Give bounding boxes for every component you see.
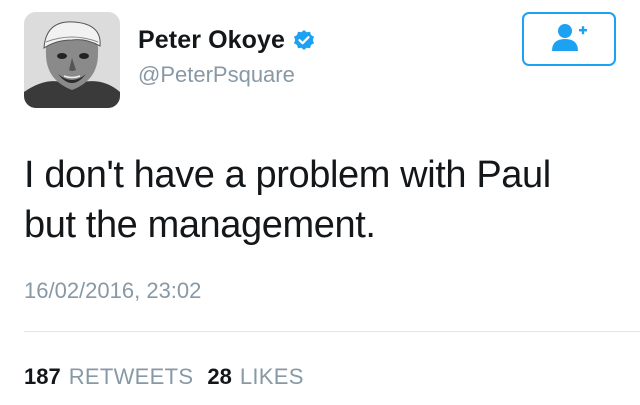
display-name[interactable]: Peter Okoye [138,26,285,55]
user-avatar[interactable] [24,12,120,108]
add-user-icon [549,21,589,58]
likes-count: 28 [207,364,232,389]
retweets-label: RETWEETS [68,364,194,389]
tweet-text-line-1: I don't have a problem with Paul [24,154,551,196]
retweets-stat[interactable]: 187 RETWEETS [24,364,193,390]
avatar-portrait-icon [24,12,120,108]
likes-label: LIKES [239,364,304,389]
tweet-text-line-2: but the management. [24,204,376,246]
follow-button[interactable] [522,12,616,66]
tweet-stats: 187 RETWEETS 28 LIKES [24,364,318,390]
tweet-timestamp[interactable]: 16/02/2016, 23:02 [24,278,201,304]
divider [24,331,640,332]
likes-stat[interactable]: 28 LIKES [207,364,303,390]
verified-badge-icon [292,29,316,53]
retweets-count: 187 [24,364,61,389]
user-name-row[interactable]: Peter Okoye [138,26,316,55]
user-handle[interactable]: @PeterPsquare [138,62,295,88]
tweet-text: I don't have a problem with Paul but the… [24,150,614,250]
